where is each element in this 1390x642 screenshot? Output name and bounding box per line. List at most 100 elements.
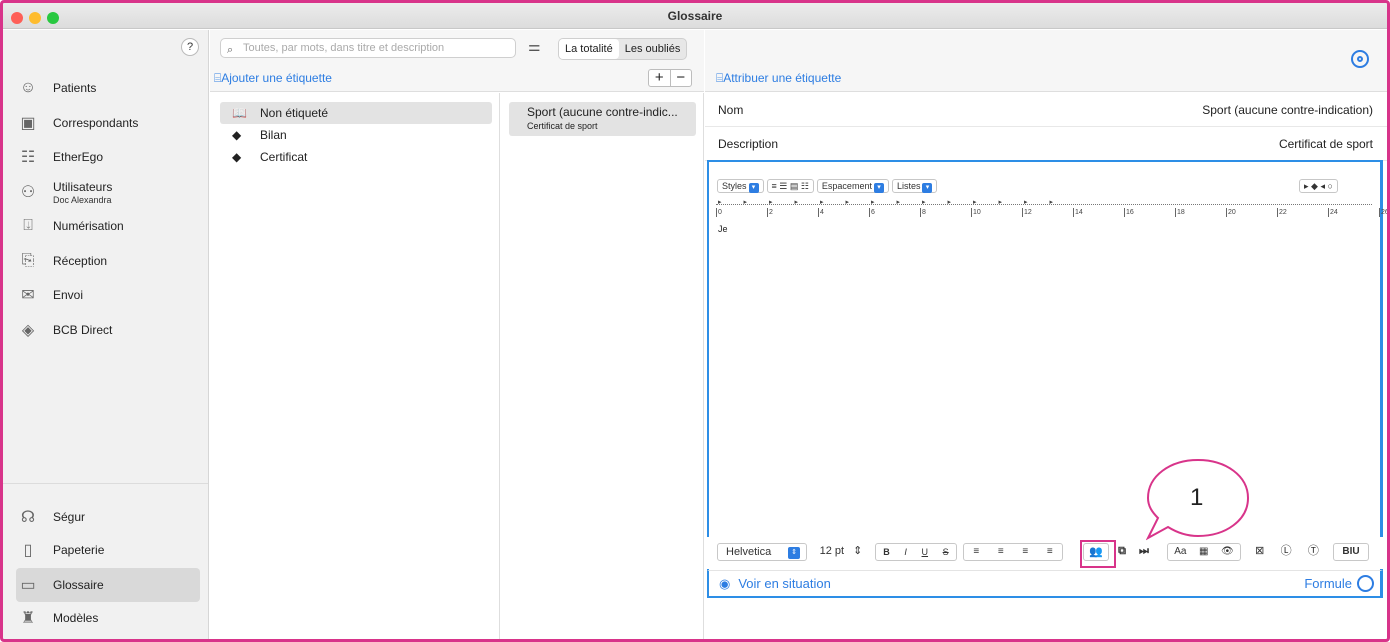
align-right-button[interactable]: ≡ [1022, 544, 1028, 560]
tab-stop-marker[interactable]: ▸ [1024, 198, 1028, 206]
ruler-tick-label: 16 [1124, 208, 1134, 217]
next-field-button[interactable]: ⏭ [1133, 543, 1155, 561]
view-options: Aa ▦ 👁 [1167, 543, 1241, 561]
remove-button[interactable]: − [671, 70, 692, 86]
sidebar-item-segur[interactable]: ☊ Ségur [17, 504, 201, 530]
title-bar: Glossaire [3, 3, 1387, 29]
tab-stop-marker[interactable]: ▸ [795, 198, 799, 206]
tag-row-non-etiquete[interactable]: 📖 Non étiqueté [220, 102, 492, 124]
tab-stops-icon[interactable]: ▸ ◆ ◂ ○ [1299, 179, 1338, 193]
assign-tag-link[interactable]: ⌸Attribuer une étiquette [716, 71, 841, 86]
name-row[interactable]: Nom Sport (aucune contre-indication) [705, 93, 1387, 127]
box-buttons: ⊠ Ⓛ Ⓣ [1247, 543, 1327, 561]
tab-stop-marker[interactable]: ▸ [820, 198, 824, 206]
justify-button[interactable]: ≡ [1047, 544, 1053, 560]
sidebar-item-etherego[interactable]: ☷ EtherEgo [17, 144, 201, 170]
align-buttons[interactable]: ≡ ☰ ▤ ☷ [766, 179, 814, 193]
ruler-tick-label: 22 [1277, 208, 1287, 217]
sidebar-item-patients[interactable]: ☺ Patients [17, 75, 201, 101]
align-center-button[interactable]: ≡ [998, 544, 1004, 560]
letter-l-box-icon[interactable]: Ⓛ [1281, 543, 1292, 561]
text-style-buttons: B I U S [875, 543, 957, 561]
glossary-item-subtitle: Certificat de sport [527, 121, 598, 131]
search-input[interactable]: ⌕ Toutes, par mots, dans titre et descri… [220, 38, 516, 58]
shade-icon[interactable]: ▦ [1199, 544, 1208, 560]
letter-t-box-icon[interactable]: Ⓣ [1308, 543, 1319, 561]
tab-stop-marker[interactable]: ▸ [846, 198, 850, 206]
styles-dropdown[interactable]: Styles ▾ [717, 179, 764, 193]
help-button[interactable]: ? [181, 38, 199, 56]
ruler-tick-label: 6 [869, 208, 875, 217]
sidebar-item-papeterie[interactable]: ▯ Papeterie [17, 537, 201, 563]
glossary-item-title: Sport (aucune contre-indic... [527, 105, 678, 119]
tag-icon: ◆ [232, 150, 242, 164]
formula-link[interactable]: Formule [1304, 576, 1352, 591]
description-row[interactable]: Description Certificat de sport [705, 127, 1387, 161]
strike-button[interactable]: S [943, 544, 949, 560]
inbox-icon: ⎘ [21, 252, 35, 269]
font-family-select[interactable]: Helvetica ⇕ [717, 543, 807, 561]
scan-icon: ⍗ [23, 217, 33, 234]
sidebar-item-correspondants[interactable]: ▣ Correspondants [17, 110, 201, 136]
tag-row-certificat[interactable]: ◆ Certificat [220, 146, 492, 168]
tab-stop-marker[interactable]: ▸ [922, 198, 926, 206]
tab-stop-marker[interactable]: ▸ [897, 198, 901, 206]
italic-button[interactable]: I [904, 544, 907, 560]
filter-all-button[interactable]: La totalité [559, 39, 619, 59]
filter-settings-icon[interactable]: ⚌ [528, 38, 541, 55]
open-book-icon: 📖 [232, 106, 247, 120]
formula-gear-icon[interactable] [1357, 575, 1374, 592]
sidebar-item-numerisation[interactable]: ⍗ Numérisation [17, 213, 201, 239]
detail-toolbar: ⌸Attribuer une étiquette [705, 30, 1387, 92]
sidebar-item-utilisateurs[interactable]: ⚇ Utilisateurs Doc Alexandra [17, 176, 201, 208]
sidebar-item-reception[interactable]: ⎘ Réception [17, 248, 201, 274]
sidebar-item-glossaire[interactable]: ▭ Glossaire [16, 568, 200, 602]
glossary-item[interactable]: Sport (aucune contre-indic... Certificat… [509, 102, 696, 136]
window-title: Glossaire [667, 9, 723, 23]
biu-button[interactable]: BIU [1333, 543, 1369, 561]
case-button[interactable]: Aa [1174, 544, 1186, 560]
tab-stop-marker[interactable]: ▸ [973, 198, 977, 206]
tab-stop-controls[interactable]: ▸ ◆ ◂ ○ [1299, 179, 1341, 193]
settings-gear-icon[interactable] [1351, 50, 1369, 68]
tab-stop-marker[interactable]: ▸ [871, 198, 875, 206]
tab-stop-marker[interactable]: ▸ [769, 198, 773, 206]
spacing-dropdown[interactable]: Espacement ▾ [816, 179, 889, 193]
tag-row-bilan[interactable]: ◆ Bilan [220, 124, 492, 146]
add-button[interactable]: + [649, 70, 671, 86]
tab-stop-marker[interactable]: ▸ [1050, 198, 1054, 206]
ruler[interactable]: 0 2 4 6 8 10 12 14 16 18 20 22 24 26 ▸ ▸ ▸ ▸ ▸ ▸ ▸ ▸ ▸ ▸ ▸ ▸ ▸ ▸ [716, 198, 1389, 220]
bold-button[interactable]: B [883, 544, 890, 560]
close-box-icon[interactable]: ⊠ [1255, 543, 1264, 561]
filter-forgotten-button[interactable]: Les oubliés [619, 39, 687, 59]
text-editor[interactable]: Styles ▾ ≡ ☰ ▤ ☷ Espacement ▾ Listes ▾ ▸ ◆ … [707, 160, 1389, 598]
glossary-list: Sport (aucune contre-indic... Certificat… [501, 93, 704, 640]
chevron-down-icon: ▾ [922, 183, 933, 193]
align-left-button[interactable]: ≡ [973, 544, 979, 560]
ruler-tick-label: 0 [716, 208, 722, 217]
annotation-number: 1 [1190, 484, 1204, 511]
outbox-icon: ✉ [21, 287, 35, 304]
description-value[interactable]: Certificat de sport [1279, 137, 1373, 151]
eye-icon[interactable]: 👁 [1221, 544, 1234, 560]
format-bar: Helvetica ⇕ 12 pt ⇕ B I U S ≡ ≡ ≡ ≡ 👥 ⧉ … [707, 537, 1383, 569]
tab-stop-marker[interactable]: ▸ [948, 198, 952, 206]
tab-stop-marker[interactable]: ▸ [999, 198, 1003, 206]
font-size-stepper[interactable]: 12 pt ⇕ [811, 543, 871, 561]
add-remove-control: + − [648, 69, 692, 87]
tab-stop-marker[interactable]: ▸ [744, 198, 748, 206]
chevron-down-icon: ▾ [748, 183, 759, 193]
editor-body-text[interactable]: Je [718, 224, 728, 234]
lists-dropdown[interactable]: Listes ▾ [891, 179, 938, 193]
preview-link[interactable]: ◉ Voir en situation [719, 576, 831, 592]
tab-stop-marker[interactable]: ▸ [718, 198, 722, 206]
ruler-tick-label: 18 [1175, 208, 1185, 217]
sidebar-item-bcb-direct[interactable]: ◈ BCB Direct [17, 317, 201, 343]
underline-button[interactable]: U [922, 544, 929, 560]
filter-segmented-control: La totalité Les oubliés [558, 38, 688, 60]
sidebar-item-modeles[interactable]: ♜ Modèles [17, 605, 201, 631]
add-tag-link[interactable]: ⌸Ajouter une étiquette [214, 71, 332, 86]
sidebar-item-envoi[interactable]: ✉ Envoi [17, 282, 201, 308]
skip-forward-icon: ⏭ [1139, 545, 1149, 557]
name-value[interactable]: Sport (aucune contre-indication) [1202, 103, 1373, 117]
